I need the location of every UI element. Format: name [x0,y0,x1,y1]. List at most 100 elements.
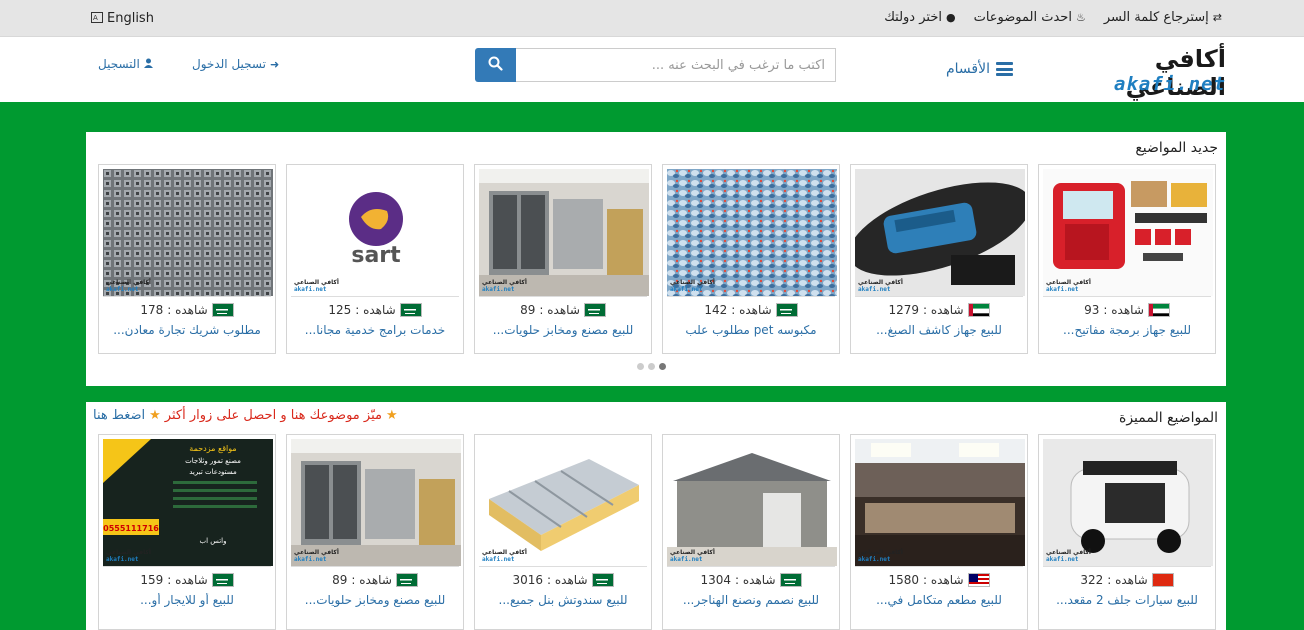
watermark: أكافي الصناعي akafi.net [294,279,339,293]
content-area: جديد المواضيع أكافي الصناعي akafi.net شا… [0,102,1304,630]
uae-flag-icon [1147,303,1170,317]
categories-label: الأقسام [946,61,990,77]
card-divider [103,296,271,297]
views-value: 3016 [512,573,544,587]
saudi-flag-icon [211,573,234,587]
topic-card[interactable]: أكافي الصناعي akafi.net شاهده : 3016 للبي… [474,434,652,630]
topic-title-link[interactable]: للبيع مطعم متكامل في... [857,593,1021,607]
watermark: أكافي الصناعي akafi.net [670,549,715,563]
topic-title-link[interactable]: للبيع نصمم ونصنع الهناجر... [669,593,833,607]
site-logo[interactable]: أكافي الصناعي akafi.net [1066,45,1226,101]
register-link[interactable]: التسجيل [98,57,153,71]
views-count: ★ شاهده : 322 [1039,573,1215,587]
topic-title-link[interactable]: مطلوب شريك تجارة معادن... [105,323,269,337]
topic-title-link[interactable]: للبيع مصنع ومخابز حلويات... [293,593,457,607]
views-value: 125 [328,303,352,317]
choose-country-link[interactable]: ● اختر دولتك [884,10,955,25]
card-divider [479,566,647,567]
featured-promo: ★ ميّز موضوعك هنا و احصل على زوار أكثر ★… [93,408,398,423]
promo-card-line2: مستودعات تبريد [189,468,237,476]
topic-card[interactable]: أكافي الصناعي akafi.net شاهده : 89 للبيع … [474,164,652,354]
views-value: 93 [1084,303,1100,317]
views-count: شاهده : 1304 [663,573,839,587]
card-divider [291,566,459,567]
watermark: أكافي الصناعي akafi.net [858,279,903,293]
top-bar: A English ⇄ إسترجاع كلمة السر ♨ احدث الم… [0,0,1304,37]
views-count: شاهده : 159 [99,573,275,587]
carousel-dot[interactable] [637,363,644,370]
card-divider [479,296,647,297]
globe-icon: ● [945,11,956,24]
topic-card[interactable]: أكافي الصناعيakafi.net ★ شاهده : 322 للب… [1038,434,1216,630]
refresh-icon: ⇄ [1212,11,1222,24]
watermark: أكافي الصناعي akafi.net [482,279,527,293]
views-value: 322 [1080,573,1104,587]
card-divider [1043,296,1211,297]
site-header: أكافي الصناعي akafi.net الأقسام ➜ تسجيل … [0,37,1304,102]
topic-card[interactable]: sart أكافي الصناعي akafi.net شاهده : 125 … [286,164,464,354]
topic-card[interactable]: أكافي الصناعي akafi.net شاهده : 1279 للبي… [850,164,1028,354]
login-label: تسجيل الدخول [192,57,266,71]
top-links: ⇄ إسترجاع كلمة السر ♨ احدث الموضوعات ● ا… [884,10,1222,25]
topic-image: أكافي الصناعي akafi.net [1043,169,1213,296]
views-label: شاهده : [167,303,208,317]
categories-menu-button[interactable]: الأقسام [946,61,1013,77]
topic-title-link[interactable]: للبيع جهاز برمجة مفاتيح... [1045,323,1209,337]
recover-password-link[interactable]: ⇄ إسترجاع كلمة السر [1104,10,1222,25]
views-count: شاهده : 3016 [475,573,651,587]
language-switch[interactable]: A English [91,11,154,26]
topic-card[interactable]: أكافي الصناعي akafi.net شاهده : 142 مكبوس… [662,164,840,354]
views-value: 178 [140,303,164,317]
views-label: شاهده : [539,303,580,317]
carousel-dot-active[interactable] [659,363,666,370]
watermark: أكافي الصناعي akafi.net [1046,279,1091,293]
views-value: 1279 [888,303,920,317]
topic-card[interactable]: أكافي الصناعي akafi.net شاهده : 93 للبيع … [1038,164,1216,354]
malaysia-flag-icon [967,573,990,587]
topic-title-link[interactable]: خدمات برامج خدمية مجانا... [293,323,457,337]
views-label: شاهده : [735,573,776,587]
views-label: شاهده : [731,303,772,317]
views-value: 142 [704,303,728,317]
promo-link[interactable]: اضغط هنا [93,408,145,423]
topic-title-link[interactable]: للبيع جهاز كاشف الصبغ... [857,323,1021,337]
views-value: 89 [332,573,348,587]
topic-image: أكافي الصناعي akafi.net [479,439,649,566]
topic-title-link[interactable]: للبيع سندوتش بنل جميع... [481,593,645,607]
views-count: شاهده : 89 [475,303,651,317]
card-divider [103,566,271,567]
search-input[interactable] [515,48,836,82]
topic-title-link[interactable]: للبيع مصنع ومخابز حلويات... [481,323,645,337]
topic-card[interactable]: أكافي الصناعي akafi.net شاهده : 1580 للبي… [850,434,1028,630]
topic-image: أكافي الصناعي akafi.net [855,169,1025,296]
views-count: شاهده : 93 [1039,303,1215,317]
latest-topics-title: جديد المواضيع [1135,140,1218,156]
latest-topics-link[interactable]: ♨ احدث الموضوعات [974,10,1086,25]
topic-image: sart أكافي الصناعي akafi.net [291,169,461,296]
carousel-dot[interactable] [648,363,655,370]
views-value: 1580 [888,573,920,587]
views-value: 1304 [700,573,732,587]
topic-title-link[interactable]: مكبوسه pet مطلوب علب [669,323,833,337]
promo-card-heading: مواقع مزدحمة [189,444,236,453]
topic-image: أكافي الصناعي akafi.net [479,169,649,296]
views-label: شاهده : [355,303,396,317]
search-button[interactable] [475,48,516,82]
logo-english: akafi.net [1114,73,1226,95]
topic-image: أكافي الصناعي akafi.net [1043,439,1213,566]
topic-title-link[interactable]: للبيع سيارات جلف 2 مقعد... [1045,593,1209,607]
recover-password-label: إسترجاع كلمة السر [1103,10,1209,25]
topic-card[interactable]: أكافي الصناعي akafi.net شاهده : 1304 للبي… [662,434,840,630]
topic-image: أكافي الصناعي akafi.net [291,439,461,566]
saudi-flag-icon [775,303,798,317]
topic-card[interactable]: مواقع مزدحمة مصنع تمور وثلاجات مستودعات … [98,434,276,630]
hamburger-icon [996,62,1013,76]
svg-text:A: A [93,14,98,22]
watermark: أكافي الصناعي akafi.net [106,549,151,563]
topic-card[interactable]: أكافي الصناعي akafi.net شاهده : 89 للبيع … [286,434,464,630]
topic-title-link[interactable]: للبيع أو للايجار أو... [105,593,269,607]
topic-card[interactable]: أكافي الصناعي akafi.net شاهده : 178 مطلوب… [98,164,276,354]
star-icon: ★ [149,408,161,423]
choose-country-label: اختر دولتك [884,10,942,25]
login-link[interactable]: ➜ تسجيل الدخول [192,57,279,71]
